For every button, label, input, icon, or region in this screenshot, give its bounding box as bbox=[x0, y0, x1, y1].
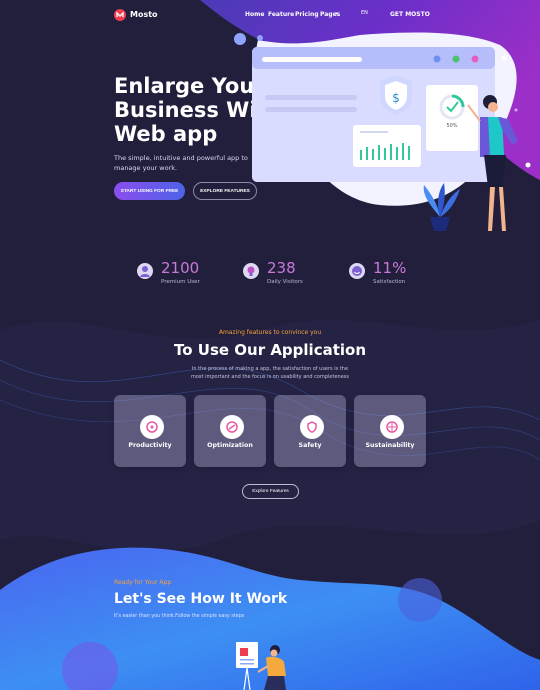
feature-card-label: Productivity bbox=[128, 442, 172, 449]
features-title: To Use Our Application bbox=[174, 341, 366, 359]
sustainability-icon bbox=[380, 415, 404, 439]
optimization-icon bbox=[220, 415, 244, 439]
chevron-down-icon[interactable]: ▾ bbox=[335, 11, 338, 17]
feature-card-optimization[interactable]: Optimization bbox=[194, 395, 266, 467]
dashboard-percent: 50% bbox=[446, 123, 457, 129]
get-mosto-button[interactable]: GET MOSTO bbox=[390, 11, 430, 18]
stat-satisfaction: 11% Satisfaction bbox=[349, 259, 439, 289]
svg-text:$: $ bbox=[392, 91, 400, 105]
feature-card-label: Optimization bbox=[207, 442, 253, 449]
stat-value: 238 bbox=[267, 259, 296, 277]
person-at-desk-illustration bbox=[236, 642, 286, 690]
stat-label: Daily Visitors bbox=[267, 279, 303, 285]
how-subtitle: It's easier than you think.Follow the si… bbox=[114, 614, 245, 619]
stat-premium-users: 2100 Premium User bbox=[137, 259, 227, 289]
start-free-button[interactable]: START USING FOR FREE bbox=[114, 182, 185, 200]
dashboard-illustration: $ 50% bbox=[252, 47, 518, 231]
how-kicker: Ready for Your App bbox=[114, 579, 172, 586]
nav-pricing[interactable]: Pricing bbox=[295, 11, 319, 18]
explore-features-button[interactable]: Explore Features bbox=[242, 484, 299, 499]
stat-label: Satisfaction bbox=[373, 279, 406, 285]
smile-icon bbox=[349, 263, 365, 279]
brand-name[interactable]: Mosto bbox=[130, 10, 158, 19]
productivity-icon bbox=[140, 415, 164, 439]
feature-card-safety[interactable]: Safety bbox=[274, 395, 346, 467]
feature-card-productivity[interactable]: Productivity bbox=[114, 395, 186, 467]
feature-card-label: Safety bbox=[298, 442, 322, 449]
brand-logo-icon[interactable] bbox=[114, 9, 126, 21]
feature-card-label: Sustainability bbox=[365, 442, 415, 449]
safety-icon bbox=[300, 415, 324, 439]
feature-card-sustainability[interactable]: Sustainability bbox=[354, 395, 426, 467]
stat-value: 11% bbox=[373, 259, 407, 277]
explore-features-hero-button[interactable]: EXPLORE FEATURES bbox=[193, 182, 257, 200]
stat-value: 2100 bbox=[161, 259, 200, 277]
stat-label: Premium User bbox=[161, 279, 200, 285]
language-select[interactable]: EN bbox=[361, 10, 368, 16]
stat-daily-visitors: 238 Daily Visitors bbox=[243, 259, 333, 289]
nav-home[interactable]: Home bbox=[245, 11, 264, 18]
how-title: Let's See How It Work bbox=[114, 591, 288, 607]
features-description: In the process of making a app, the sati… bbox=[191, 366, 349, 380]
bulb-icon bbox=[243, 263, 259, 279]
nav-feature[interactable]: Feature bbox=[268, 11, 294, 18]
user-icon bbox=[137, 263, 153, 279]
features-kicker: Amazing features to convince you bbox=[218, 329, 322, 336]
